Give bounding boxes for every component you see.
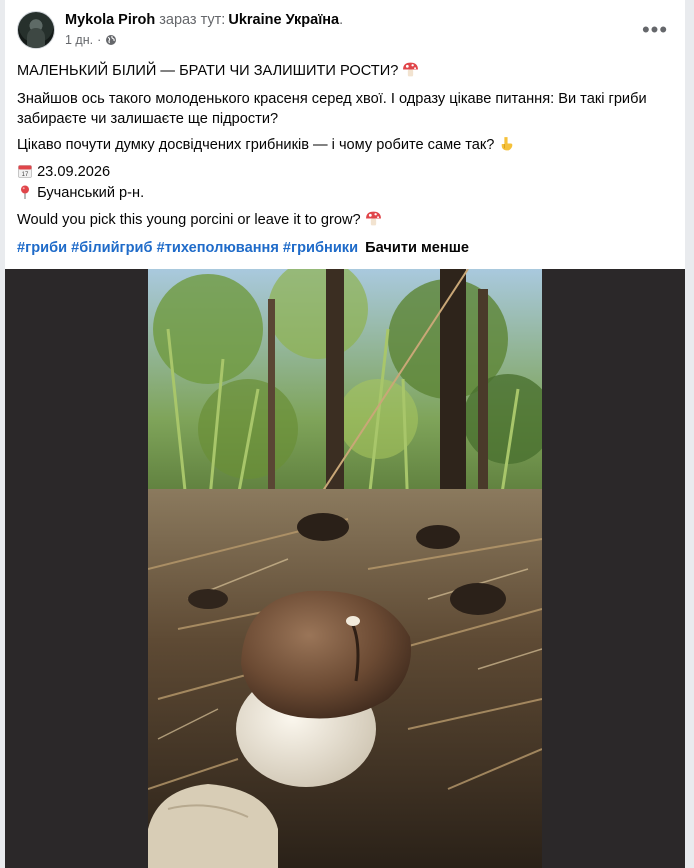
pointing-down-emoji-icon bbox=[502, 137, 513, 151]
post-header: Mykola Piroh зараз тут: Ukraine Україна. 1… bbox=[5, 0, 685, 58]
hashtag-hrybnyky[interactable]: #грибники bbox=[283, 240, 358, 256]
location-pin-emoji-icon bbox=[21, 185, 29, 199]
meta-separator: · bbox=[97, 33, 102, 47]
mushroom-emoji-icon bbox=[403, 62, 419, 77]
mushroom-emoji-icon bbox=[365, 211, 381, 226]
post-media[interactable] bbox=[5, 269, 685, 868]
date-line: 17 23.09.2026 bbox=[17, 162, 110, 182]
avatar-figure bbox=[27, 28, 45, 48]
post-date: 23.09.2026 bbox=[37, 164, 111, 180]
hashtag-bilyihryb[interactable]: #білийгриб bbox=[71, 240, 152, 256]
post-question: Цікаво почути думку досвідчених грибникі… bbox=[17, 137, 495, 153]
see-less-link[interactable]: Бачити менше bbox=[365, 240, 469, 256]
mushroom-photo[interactable] bbox=[148, 269, 542, 868]
post-english: Would you pick this young porcini or lea… bbox=[17, 212, 361, 228]
post-title: МАЛЕНЬКИЙ БІЛИЙ — БРАТИ ЧИ ЗАЛИШИТИ РОСТ… bbox=[17, 63, 399, 79]
hashtag-tykhepoliuvannia[interactable]: #тихеполювання bbox=[157, 240, 279, 256]
svg-text:17: 17 bbox=[22, 172, 29, 178]
post-body: Знайшов ось такого молоденького красеня … bbox=[17, 91, 647, 127]
question-line: Цікаво почути думку досвідчених грибникі… bbox=[17, 135, 515, 155]
more-options-button[interactable]: ••• bbox=[637, 16, 673, 44]
place-suffix: . bbox=[339, 12, 344, 28]
post-title-line: МАЛЕНЬКИЙ БІЛИЙ — БРАТИ ЧИ ЗАЛИШИТИ РОСТ… bbox=[17, 61, 419, 81]
author-line: Mykola Piroh зараз тут: Ukraine Україна. bbox=[65, 12, 343, 28]
english-line: Would you pick this young porcini or lea… bbox=[17, 210, 382, 230]
at-place-label: зараз тут: bbox=[159, 12, 226, 28]
globe-icon[interactable] bbox=[105, 34, 117, 46]
post-meta: 1 дн. · bbox=[65, 33, 117, 47]
place-link[interactable]: Ukraine Україна bbox=[228, 12, 339, 28]
post-card: Mykola Piroh зараз тут: Ukraine Україна. 1… bbox=[5, 0, 685, 868]
hashtag-line: #гриби #білийгриб #тихеполювання #грибни… bbox=[17, 238, 469, 258]
avatar[interactable] bbox=[17, 11, 55, 49]
calendar-emoji-icon: 17 bbox=[18, 165, 32, 178]
post-location: Бучанський р-н. bbox=[37, 185, 145, 201]
author-name[interactable]: Mykola Piroh bbox=[65, 12, 155, 28]
post-time[interactable]: 1 дн. bbox=[65, 33, 93, 47]
location-line: Бучанський р-н. bbox=[17, 183, 144, 203]
hashtag-gryby[interactable]: #гриби bbox=[17, 240, 67, 256]
